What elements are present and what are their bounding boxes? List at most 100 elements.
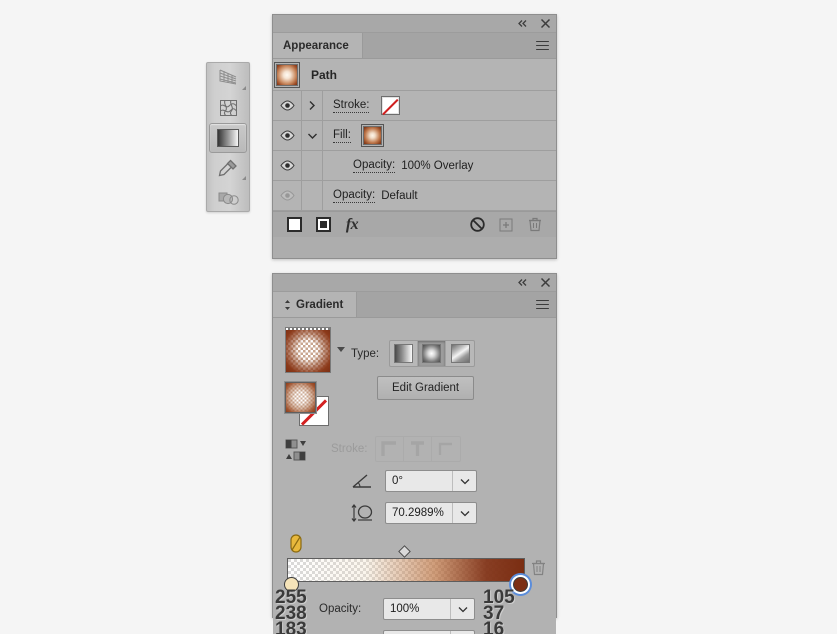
delete-gradient-stop-button[interactable] [531, 559, 546, 581]
stroke-across-button[interactable] [432, 437, 460, 461]
gradient-tabrow: Gradient [273, 292, 556, 318]
clear-appearance-button[interactable] [469, 217, 485, 233]
appearance-footer: fx [273, 211, 556, 237]
gradient-bar[interactable] [287, 558, 525, 582]
gradient-panel: Gradient Type: Edit Gradient Stroke: 0° … [272, 273, 557, 634]
duplicate-item-button[interactable] [498, 217, 514, 233]
tool-eyedropper[interactable] [207, 153, 249, 183]
fill-attr-wrap: Fill: [323, 124, 384, 147]
disclosure-spacer-2 [301, 181, 323, 210]
tool-blend[interactable] [207, 183, 249, 213]
appearance-panel-menu-button[interactable] [529, 33, 556, 58]
appearance-stroke-label[interactable]: Stroke: [333, 99, 370, 113]
appearance-row-fill[interactable]: Fill: [273, 121, 556, 151]
appearance-opacity-object-label[interactable]: Opacity: [333, 189, 376, 203]
appearance-list: Path Stroke: Fill: Opacity: 100% Overlay… [273, 59, 556, 211]
gradient-stop-1[interactable] [513, 577, 528, 592]
gradient-titlebar [273, 274, 556, 292]
add-new-effect-button[interactable]: fx [344, 215, 360, 233]
gradient-preview-swatch[interactable] [285, 327, 331, 373]
gradient-midpoint-handle[interactable] [398, 545, 411, 558]
gradient-angle-input[interactable] [386, 475, 452, 487]
visibility-toggle-opacity-object[interactable] [273, 190, 301, 201]
gradient-panel-body: Type: Edit Gradient Stroke: 0° 70.2989% … [273, 318, 556, 634]
chevron-down-icon [460, 478, 469, 484]
square-outline-icon [286, 217, 302, 232]
appearance-opacity-value[interactable]: 100% Overlay [401, 160, 473, 172]
target-thumb-cell [273, 61, 301, 88]
tab-gradient[interactable]: Gradient [273, 292, 358, 317]
gradient-opacity-input[interactable] [384, 603, 450, 615]
opacity-object-wrap: Opacity: Default [323, 189, 418, 203]
edit-gradient-button[interactable]: Edit Gradient [377, 376, 475, 400]
stroke-within-button[interactable] [376, 437, 405, 461]
gradient-stop-1-rgb: 105 37 16 [483, 588, 515, 634]
target-thumbnail [274, 61, 300, 88]
eye-icon [279, 100, 295, 111]
collapse-panel-icon[interactable] [515, 17, 529, 31]
stroke-within-icon [381, 440, 397, 456]
gradient-angle-field[interactable] [385, 470, 477, 492]
chevron-right-icon [309, 101, 315, 110]
gradient-slider[interactable] [284, 534, 528, 592]
delete-item-button[interactable] [527, 217, 543, 233]
visibility-toggle-stroke[interactable] [273, 100, 301, 111]
stroke-along-button[interactable] [404, 437, 433, 461]
collapse-panel-icon[interactable] [515, 276, 529, 290]
tool-perspective-grid[interactable] [207, 63, 249, 93]
gradient-opacity-dropdown-icon[interactable] [450, 599, 474, 619]
appearance-opacity-object-value[interactable]: Default [381, 190, 417, 202]
fill-swatch-gradient[interactable] [360, 124, 384, 147]
disclosure-stroke[interactable] [301, 91, 323, 120]
appearance-fill-label[interactable]: Fill: [333, 129, 351, 143]
app-canvas: Appearance Path Stroke: Fill: Opacity: 1… [0, 0, 837, 634]
appearance-row-opacity-object[interactable]: Opacity: Default [273, 181, 556, 211]
gradient-opacity-stop[interactable] [289, 534, 302, 553]
freeform-gradient-button[interactable] [446, 341, 474, 366]
chevron-down-icon [458, 606, 467, 612]
close-panel-icon[interactable] [538, 17, 552, 31]
linear-gradient-button[interactable] [390, 341, 419, 366]
tool-gradient[interactable] [209, 123, 247, 153]
fx-icon-label: fx [345, 215, 359, 233]
close-icon [540, 277, 550, 288]
fill-swatch-gradient[interactable] [284, 381, 317, 414]
gradient-aspect-ratio-input[interactable] [386, 507, 452, 519]
fill-stroke-swatches [284, 381, 337, 428]
flyout-triangle-icon [242, 86, 246, 90]
gradient-aspect-ratio-field[interactable] [385, 502, 477, 524]
visibility-toggle-opacity-fill[interactable] [273, 160, 301, 171]
appearance-row-opacity-fill[interactable]: Opacity: 100% Overlay [273, 151, 556, 181]
gradient-location-field[interactable] [383, 630, 475, 634]
appearance-opacity-label[interactable]: Opacity: [353, 159, 396, 173]
trash-icon [529, 217, 541, 232]
gradient-aspect-ratio-dropdown-icon[interactable] [452, 503, 476, 523]
close-panel-icon[interactable] [538, 276, 552, 290]
eye-icon [279, 130, 295, 141]
gradient-panel-menu-button[interactable] [529, 292, 556, 317]
visibility-toggle-fill[interactable] [273, 130, 301, 141]
reverse-gradient-icon[interactable] [285, 438, 312, 462]
disclosure-fill[interactable] [301, 121, 323, 150]
double-chevron-left-icon [517, 20, 526, 27]
stop0-b: 183 [275, 619, 307, 634]
perspective-grid-icon [219, 69, 237, 85]
stroke-along-icon [411, 440, 425, 456]
appearance-titlebar [273, 15, 556, 33]
gradient-type-row: Type: [351, 340, 476, 367]
gradient-type-buttons [389, 340, 476, 367]
stroke-swatch-none[interactable] [381, 96, 401, 115]
gradient-opacity-field[interactable] [383, 598, 475, 620]
appearance-row-stroke[interactable]: Stroke: [273, 91, 556, 121]
add-new-stroke-button[interactable] [286, 217, 302, 233]
tool-mesh[interactable] [207, 93, 249, 123]
appearance-target-row[interactable]: Path [273, 59, 556, 91]
radial-gradient-button[interactable] [418, 341, 447, 366]
gradient-presets-dropdown-icon[interactable] [337, 347, 345, 352]
gradient-angle-dropdown-icon[interactable] [452, 471, 476, 491]
tab-gradient-label: Gradient [296, 298, 344, 311]
double-chevron-left-icon [517, 279, 526, 286]
tab-appearance[interactable]: Appearance [273, 33, 363, 58]
blend-icon [218, 192, 239, 205]
add-new-fill-button[interactable] [315, 217, 331, 233]
